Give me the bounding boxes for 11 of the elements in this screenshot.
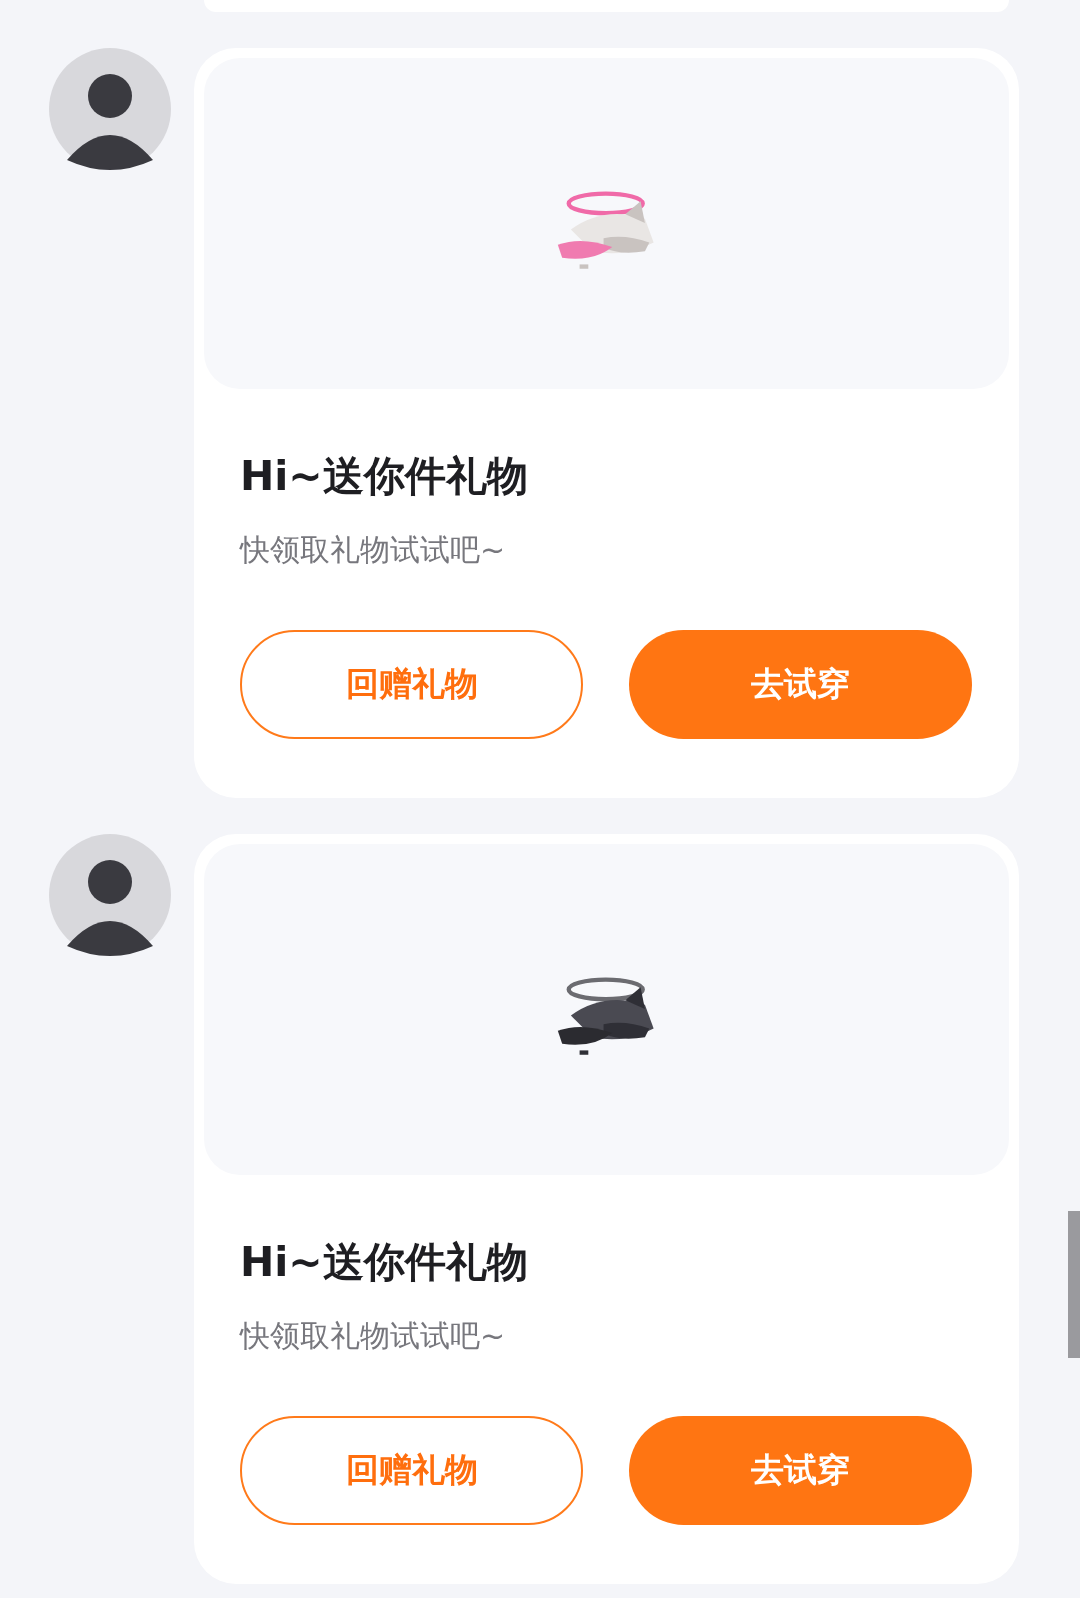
message-subtitle: 快领取礼物试试吧~: [240, 1317, 507, 1354]
message-title: Hi~送你件礼物: [240, 451, 529, 501]
return-gift-button[interactable]: 回赠礼物: [240, 630, 583, 739]
message-subtitle: 快领取礼物试试吧~: [240, 531, 507, 568]
avatar[interactable]: [49, 48, 171, 170]
return-gift-button[interactable]: 回赠礼物: [240, 1416, 583, 1525]
try-on-button[interactable]: 去试穿: [629, 630, 972, 739]
try-on-button[interactable]: 去试穿: [629, 1416, 972, 1525]
message-title: Hi~送你件礼物: [240, 1237, 529, 1287]
scrollbar-thumb[interactable]: [1068, 1211, 1080, 1358]
avatar[interactable]: [49, 834, 171, 956]
